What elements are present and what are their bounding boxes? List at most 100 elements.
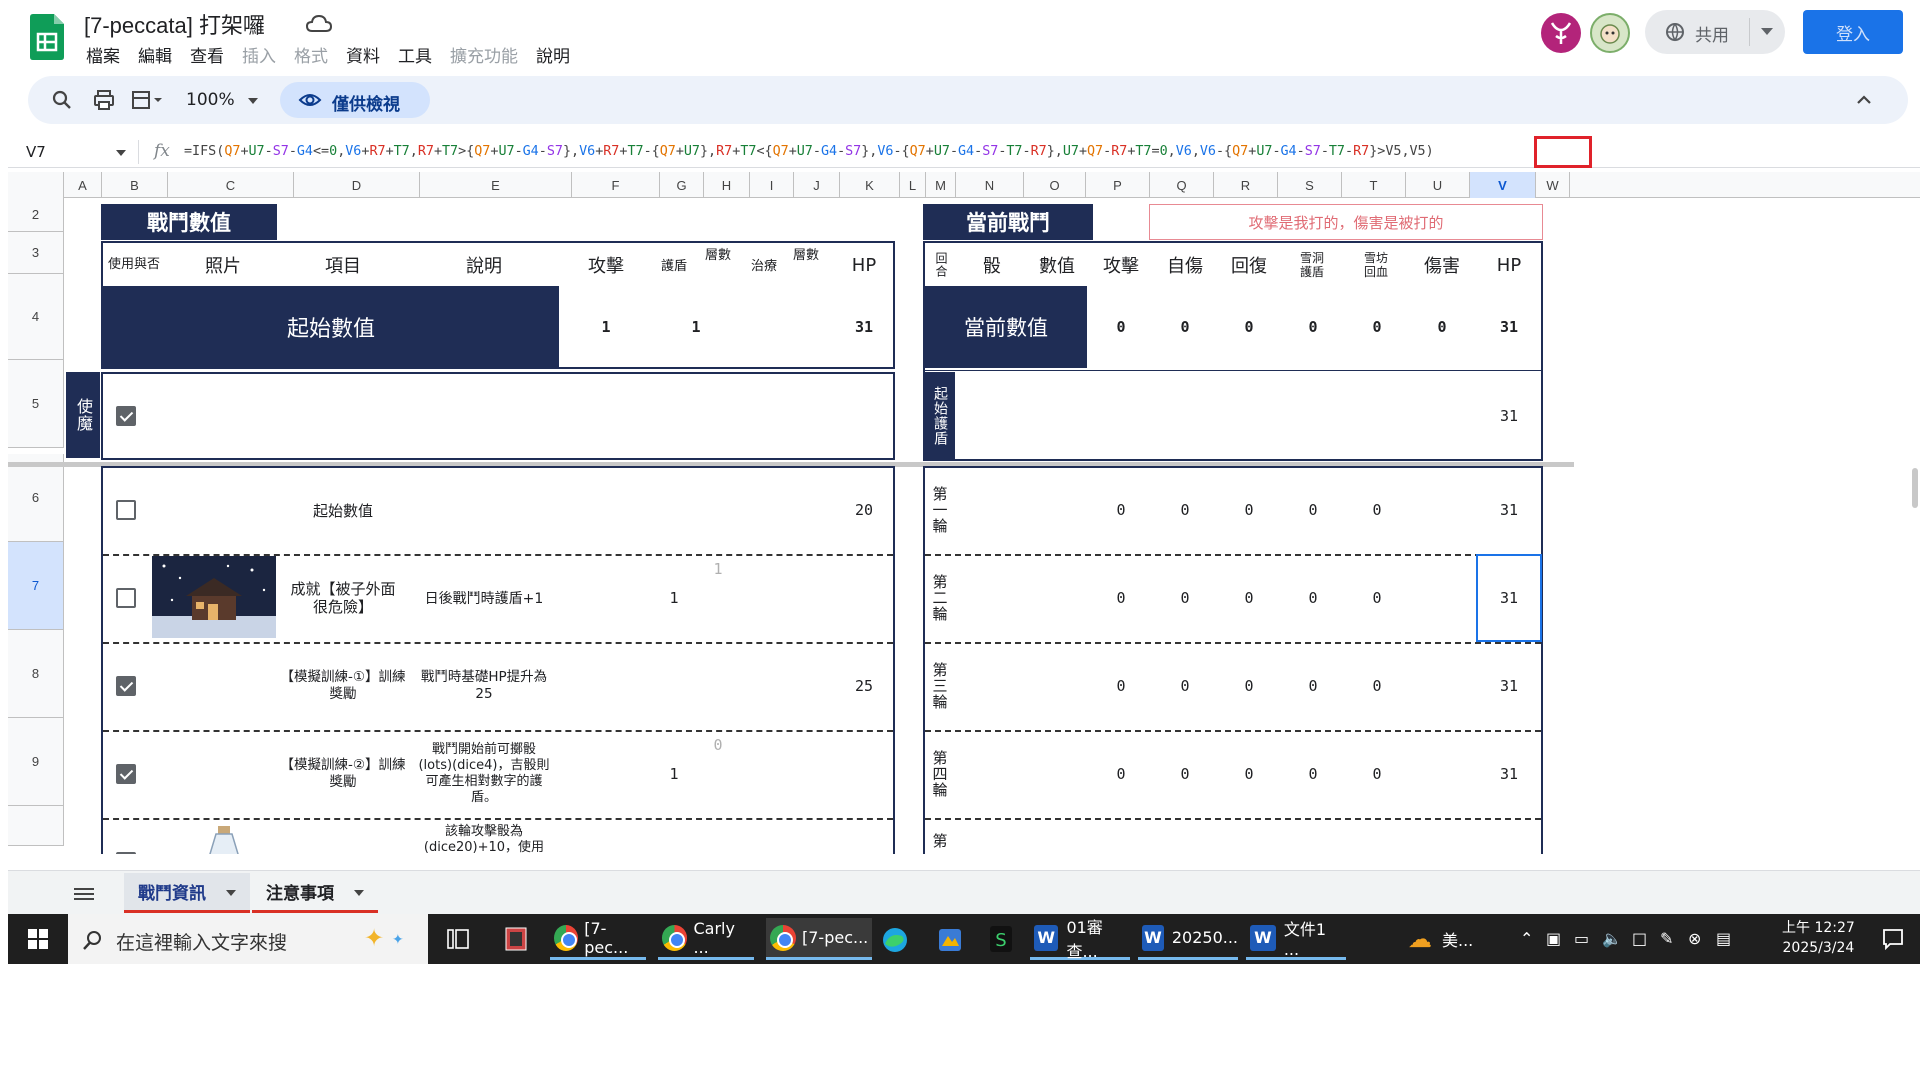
menu-data[interactable]: 資料	[346, 42, 388, 67]
column-header-c[interactable]: C	[168, 172, 294, 198]
row-header-8[interactable]: 8	[8, 630, 64, 718]
start-hp: 31	[854, 318, 874, 336]
app-icon[interactable]	[504, 926, 528, 952]
vertical-scrollbar[interactable]	[1912, 468, 1918, 508]
view-only-button[interactable]: 僅供檢視	[280, 82, 430, 118]
network-icon[interactable]: ▣	[1546, 929, 1561, 948]
system-clock[interactable]: 上午 12:27 2025/3/24	[1782, 918, 1855, 958]
display-icon[interactable]: □	[1632, 929, 1647, 948]
menu-view[interactable]: 查看	[190, 42, 232, 67]
chevron-down-icon[interactable]	[248, 98, 258, 104]
chevron-down-icon[interactable]	[354, 890, 364, 896]
column-header-t[interactable]: T	[1342, 172, 1406, 198]
freeze-line[interactable]	[1564, 462, 1574, 467]
row-header-5[interactable]: 5	[8, 360, 64, 448]
edge-icon[interactable]	[880, 926, 910, 954]
menu-format[interactable]: 格式	[294, 42, 336, 67]
money-app-icon[interactable]: S	[988, 924, 1014, 954]
taskbar-app-chrome-2[interactable]: Carly ...	[658, 918, 754, 960]
column-header-i[interactable]: I	[750, 172, 794, 198]
row-header-2[interactable]: 2	[8, 198, 64, 232]
menu-extensions[interactable]: 擴充功能	[450, 42, 526, 67]
chevron-down-icon[interactable]	[116, 150, 126, 156]
round-1-value: 0	[1180, 501, 1190, 519]
column-header-r[interactable]: R	[1214, 172, 1278, 198]
zoom-level[interactable]: 100%	[186, 90, 235, 110]
column-header-g[interactable]: G	[660, 172, 704, 198]
photos-icon[interactable]	[936, 926, 964, 954]
column-header-l[interactable]: L	[900, 172, 926, 198]
column-header-m[interactable]: M	[926, 172, 956, 198]
sheet-tab-battle-info[interactable]: 戰鬥資訊	[124, 873, 250, 913]
row10-checkbox[interactable]	[116, 852, 136, 854]
menu-tools[interactable]: 工具	[398, 42, 440, 67]
familiar-checkbox[interactable]	[116, 406, 136, 426]
login-button[interactable]: 登入	[1803, 10, 1903, 54]
row6-checkbox[interactable]	[116, 500, 136, 520]
task-view-icon[interactable]	[446, 928, 470, 950]
menu-edit[interactable]: 編輯	[138, 42, 180, 67]
print-icon[interactable]	[92, 88, 116, 112]
taskbar-app-chrome-1[interactable]: [7-pec...	[550, 918, 646, 960]
paint-format-icon[interactable]	[130, 88, 164, 112]
column-header-a[interactable]: A	[64, 172, 102, 198]
share-button[interactable]: 共用	[1645, 10, 1785, 54]
column-header-b[interactable]: B	[102, 172, 168, 198]
taskbar-app-word-1[interactable]: W 01審查...	[1030, 918, 1130, 961]
row8-checkbox[interactable]	[116, 676, 136, 696]
row-header-3[interactable]: 3	[8, 232, 64, 274]
menu-file[interactable]: 檔案	[86, 42, 128, 67]
column-header-s[interactable]: S	[1278, 172, 1342, 198]
formula-input[interactable]: =IFS(Q7+U7-S7-G4<=0,V6+R7+T7,R7+T7>{Q7+U…	[184, 144, 1434, 159]
column-header-n[interactable]: N	[956, 172, 1024, 198]
taskbar-app-word-2[interactable]: W 20250...	[1138, 918, 1238, 960]
cloud-saved-icon[interactable]	[305, 12, 333, 36]
windows-start-icon[interactable]	[28, 929, 48, 949]
taskbar-app-word-3[interactable]: W 文件1 ...	[1246, 918, 1346, 960]
column-header-u[interactable]: U	[1406, 172, 1470, 198]
row-header-7[interactable]: 7	[8, 542, 64, 630]
taskbar-app-weather[interactable]: ☁ 美...	[1408, 918, 1508, 960]
column-header-e[interactable]: E	[420, 172, 572, 198]
column-header-o[interactable]: O	[1024, 172, 1086, 198]
column-header-d[interactable]: D	[294, 172, 420, 198]
close-icon[interactable]: ⊗	[1688, 929, 1701, 948]
chevron-up-icon[interactable]: ⌃	[1520, 929, 1533, 948]
google-sheets-logo-icon[interactable]	[30, 14, 64, 60]
row7-checkbox[interactable]	[116, 588, 136, 608]
name-box[interactable]: V7	[26, 143, 46, 161]
row-header-9[interactable]: 9	[8, 718, 64, 806]
avatar[interactable]	[1590, 13, 1630, 53]
menu-help[interactable]: 說明	[536, 42, 578, 67]
search-icon[interactable]	[50, 88, 74, 112]
input-method-icon[interactable]: ▤	[1716, 929, 1731, 948]
chevron-down-icon[interactable]	[1761, 28, 1773, 35]
notification-icon[interactable]	[1882, 928, 1904, 950]
avatar[interactable]	[1541, 13, 1581, 53]
column-header-q[interactable]: Q	[1150, 172, 1214, 198]
document-title[interactable]: [7-peccata] 打架囉	[84, 8, 265, 40]
spreadsheet-grid[interactable]: ABCDEFGHIJKLMNOPQRSTUVW 23456789 戰鬥數值 使用…	[8, 168, 1920, 854]
column-header-k[interactable]: K	[840, 172, 900, 198]
row-header-6[interactable]: 6	[8, 454, 64, 542]
all-sheets-menu-icon[interactable]	[74, 887, 94, 901]
row-header-next[interactable]	[8, 806, 64, 846]
volume-icon[interactable]: 🔈	[1602, 929, 1622, 948]
column-header-p[interactable]: P	[1086, 172, 1150, 198]
taskbar-search-box[interactable]: 在這裡輸入文字來搜 ✦ ✦	[68, 914, 428, 964]
menu-insert[interactable]: 插入	[242, 42, 284, 67]
chevron-down-icon[interactable]	[226, 890, 236, 896]
column-header-w[interactable]: W	[1536, 172, 1570, 198]
taskbar-app-chrome-3[interactable]: [7-pec...	[766, 918, 872, 960]
pen-icon[interactable]: ✎	[1660, 929, 1673, 948]
column-header-j[interactable]: J	[794, 172, 840, 198]
column-header-h[interactable]: H	[704, 172, 750, 198]
column-header-f[interactable]: F	[572, 172, 660, 198]
battery-icon[interactable]: ▭	[1574, 929, 1589, 948]
row9-checkbox[interactable]	[116, 764, 136, 784]
sheet-tab-notes[interactable]: 注意事項	[252, 873, 378, 913]
chevron-up-icon[interactable]	[1854, 90, 1874, 110]
row-header-4[interactable]: 4	[8, 274, 64, 360]
column-header-v[interactable]: V	[1470, 172, 1536, 198]
select-all-corner[interactable]	[8, 172, 64, 198]
